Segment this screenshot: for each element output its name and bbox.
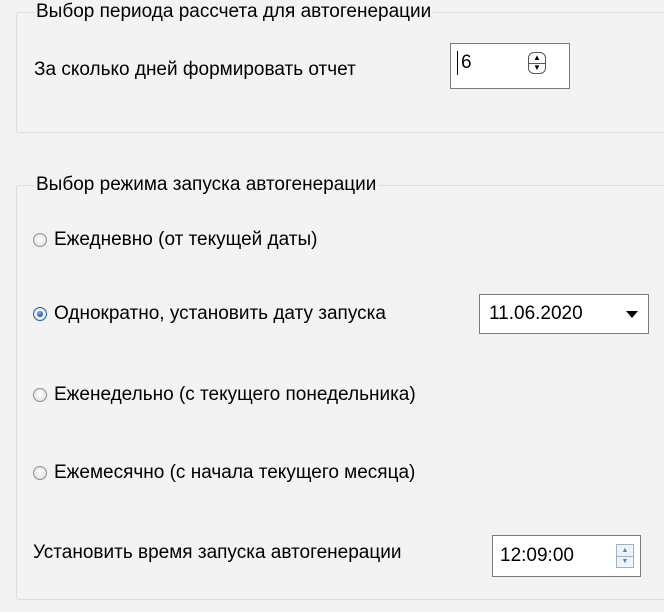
start-time-picker[interactable]: 12:09:00 ▲ ▼: [492, 535, 641, 577]
time-spin-buttons[interactable]: ▲ ▼: [616, 544, 634, 568]
days-spin-buttons[interactable]: ▲ ▼: [528, 52, 546, 74]
radio-monthly[interactable]: Ежемесячно (с начала текущего месяца): [33, 461, 415, 485]
dropdown-arrow-icon[interactable]: [626, 311, 638, 318]
spin-down-icon[interactable]: ▼: [529, 63, 545, 73]
radio-once[interactable]: Однократно, установить дату запуска: [33, 302, 386, 326]
start-date-picker[interactable]: 11.06.2020: [479, 294, 649, 334]
radio-daily[interactable]: Ежедневно (от текущей даты): [33, 228, 317, 252]
time-label: Установить время запуска автогенерации: [33, 542, 402, 563]
time-down-icon[interactable]: ▼: [617, 556, 633, 567]
start-time-value[interactable]: 12:09:00: [500, 545, 574, 567]
text-caret: [457, 51, 458, 75]
start-date-value[interactable]: 11.06.2020: [489, 303, 583, 325]
days-label: За сколько дней формировать отчет: [34, 59, 356, 80]
mode-group-title: Выбор режима запуска автогенерации: [34, 174, 379, 196]
radio-daily-circle[interactable]: [33, 233, 47, 247]
days-value[interactable]: 6: [461, 52, 472, 74]
radio-monthly-label[interactable]: Ежемесячно (с начала текущего месяца): [54, 462, 415, 484]
period-group-title: Выбор периода рассчета для автогенерации: [34, 1, 434, 23]
radio-daily-label[interactable]: Ежедневно (от текущей даты): [54, 229, 317, 251]
autogeneration-settings-panel: Выбор периода рассчета для автогенерации…: [0, 0, 664, 612]
radio-weekly-circle[interactable]: [33, 388, 47, 402]
radio-weekly-label[interactable]: Еженедельно (с текущего понедельника): [54, 384, 416, 406]
radio-weekly[interactable]: Еженедельно (с текущего понедельника): [33, 383, 416, 407]
radio-monthly-circle[interactable]: [33, 466, 47, 480]
days-numeric-updown[interactable]: 6 ▲ ▼: [450, 43, 570, 89]
radio-once-label[interactable]: Однократно, установить дату запуска: [54, 303, 386, 325]
radio-once-circle[interactable]: [33, 307, 47, 321]
